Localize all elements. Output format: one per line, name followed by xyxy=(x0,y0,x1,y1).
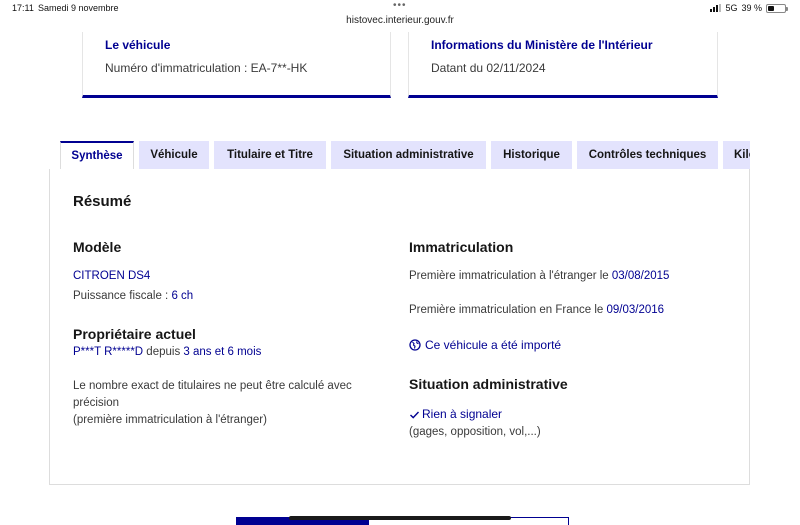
model-name: CITROEN DS4 xyxy=(73,270,151,282)
status-date: Samedi 9 novembre xyxy=(38,3,119,13)
status-bar: 17:11 Samedi 9 novembre ••• histovec.int… xyxy=(0,0,800,32)
owner-heading: Propriétaire actuel xyxy=(73,326,196,342)
admin-status-details: (gages, opposition, vol,...) xyxy=(409,426,541,438)
imported-link[interactable]: Ce véhicule a été importé xyxy=(409,337,561,356)
owner-note-line3: (première immatriculation à l'étranger) xyxy=(73,414,267,426)
first-registration-france-label: Première immatriculation en France le xyxy=(409,304,607,316)
owner-line: P***T R*****D depuis 3 ans et 6 mois xyxy=(73,344,261,361)
battery-icon xyxy=(766,3,788,13)
tab-titulaire[interactable]: Titulaire et Titre xyxy=(214,141,326,169)
first-registration-abroad: Première immatriculation à l'étranger le… xyxy=(409,268,669,285)
ministry-card-title: Informations du Ministère de l'Intérieur xyxy=(431,38,653,52)
model-heading: Modèle xyxy=(73,239,122,255)
first-registration-france-date: 09/03/2016 xyxy=(606,304,665,316)
tab-synthese[interactable]: Synthèse xyxy=(60,141,134,170)
fiscal-power: Puissance fiscale : 6 ch xyxy=(73,288,193,305)
owner-since-label: depuis xyxy=(143,346,184,358)
admin-status-value: Rien à signaler xyxy=(422,407,503,421)
admin-status: Rien à signaler xyxy=(409,406,502,425)
status-indicators: 5G 39 % xyxy=(710,3,788,13)
tab-controles-techniques[interactable]: Contrôles techniques xyxy=(577,141,718,169)
first-registration-france: Première immatriculation en France le 09… xyxy=(409,302,664,319)
summary-title: Résumé xyxy=(73,193,132,210)
admin-status-heading: Situation administrative xyxy=(409,376,568,392)
more-dots-icon[interactable]: ••• xyxy=(393,0,407,11)
fiscal-power-value: 6 ch xyxy=(171,290,194,302)
address-bar-url[interactable]: histovec.interieur.gouv.fr xyxy=(0,15,800,26)
imported-link-label[interactable]: Ce véhicule a été importé xyxy=(425,338,561,352)
vehicle-card: Le véhicule Numéro d'immatriculation : E… xyxy=(82,32,391,98)
tab-historique[interactable]: Historique xyxy=(491,141,572,169)
first-registration-abroad-date: 03/08/2015 xyxy=(611,270,670,282)
owner-name: P***T R*****D xyxy=(73,346,144,358)
data-date: Datant du 02/11/2024 xyxy=(431,61,546,75)
fiscal-power-label: Puissance fiscale : xyxy=(73,290,172,302)
ministry-card: Informations du Ministère de l'Intérieur… xyxy=(408,32,718,98)
owner-note-line1: Le nombre exact de titulaires ne peut êt… xyxy=(73,380,352,392)
battery-fill xyxy=(768,5,774,11)
home-indicator[interactable] xyxy=(289,516,511,520)
owner-duration: 3 ans et 6 mois xyxy=(183,346,262,358)
tab-bar: Synthèse Véhicule Titulaire et Titre Sit… xyxy=(60,141,750,170)
vehicle-card-title: Le véhicule xyxy=(105,38,171,52)
signal-icon xyxy=(710,4,722,12)
network-type: 5G xyxy=(725,3,738,13)
battery-percent: 39 % xyxy=(741,3,762,13)
tab-vehicule[interactable]: Véhicule xyxy=(139,141,209,169)
registration-heading: Immatriculation xyxy=(409,239,514,255)
status-time: 17:11 xyxy=(12,3,34,13)
owner-note-line2: précision xyxy=(73,397,120,409)
first-registration-abroad-label: Première immatriculation à l'étranger le xyxy=(409,270,612,282)
tab-situation-administrative[interactable]: Situation administrative xyxy=(331,141,486,169)
globe-icon xyxy=(409,339,421,356)
tab-kilometrage[interactable]: Kilo xyxy=(723,141,750,169)
registration-number: Numéro d'immatriculation : EA-7**-HK xyxy=(105,61,308,75)
check-icon xyxy=(409,408,420,425)
